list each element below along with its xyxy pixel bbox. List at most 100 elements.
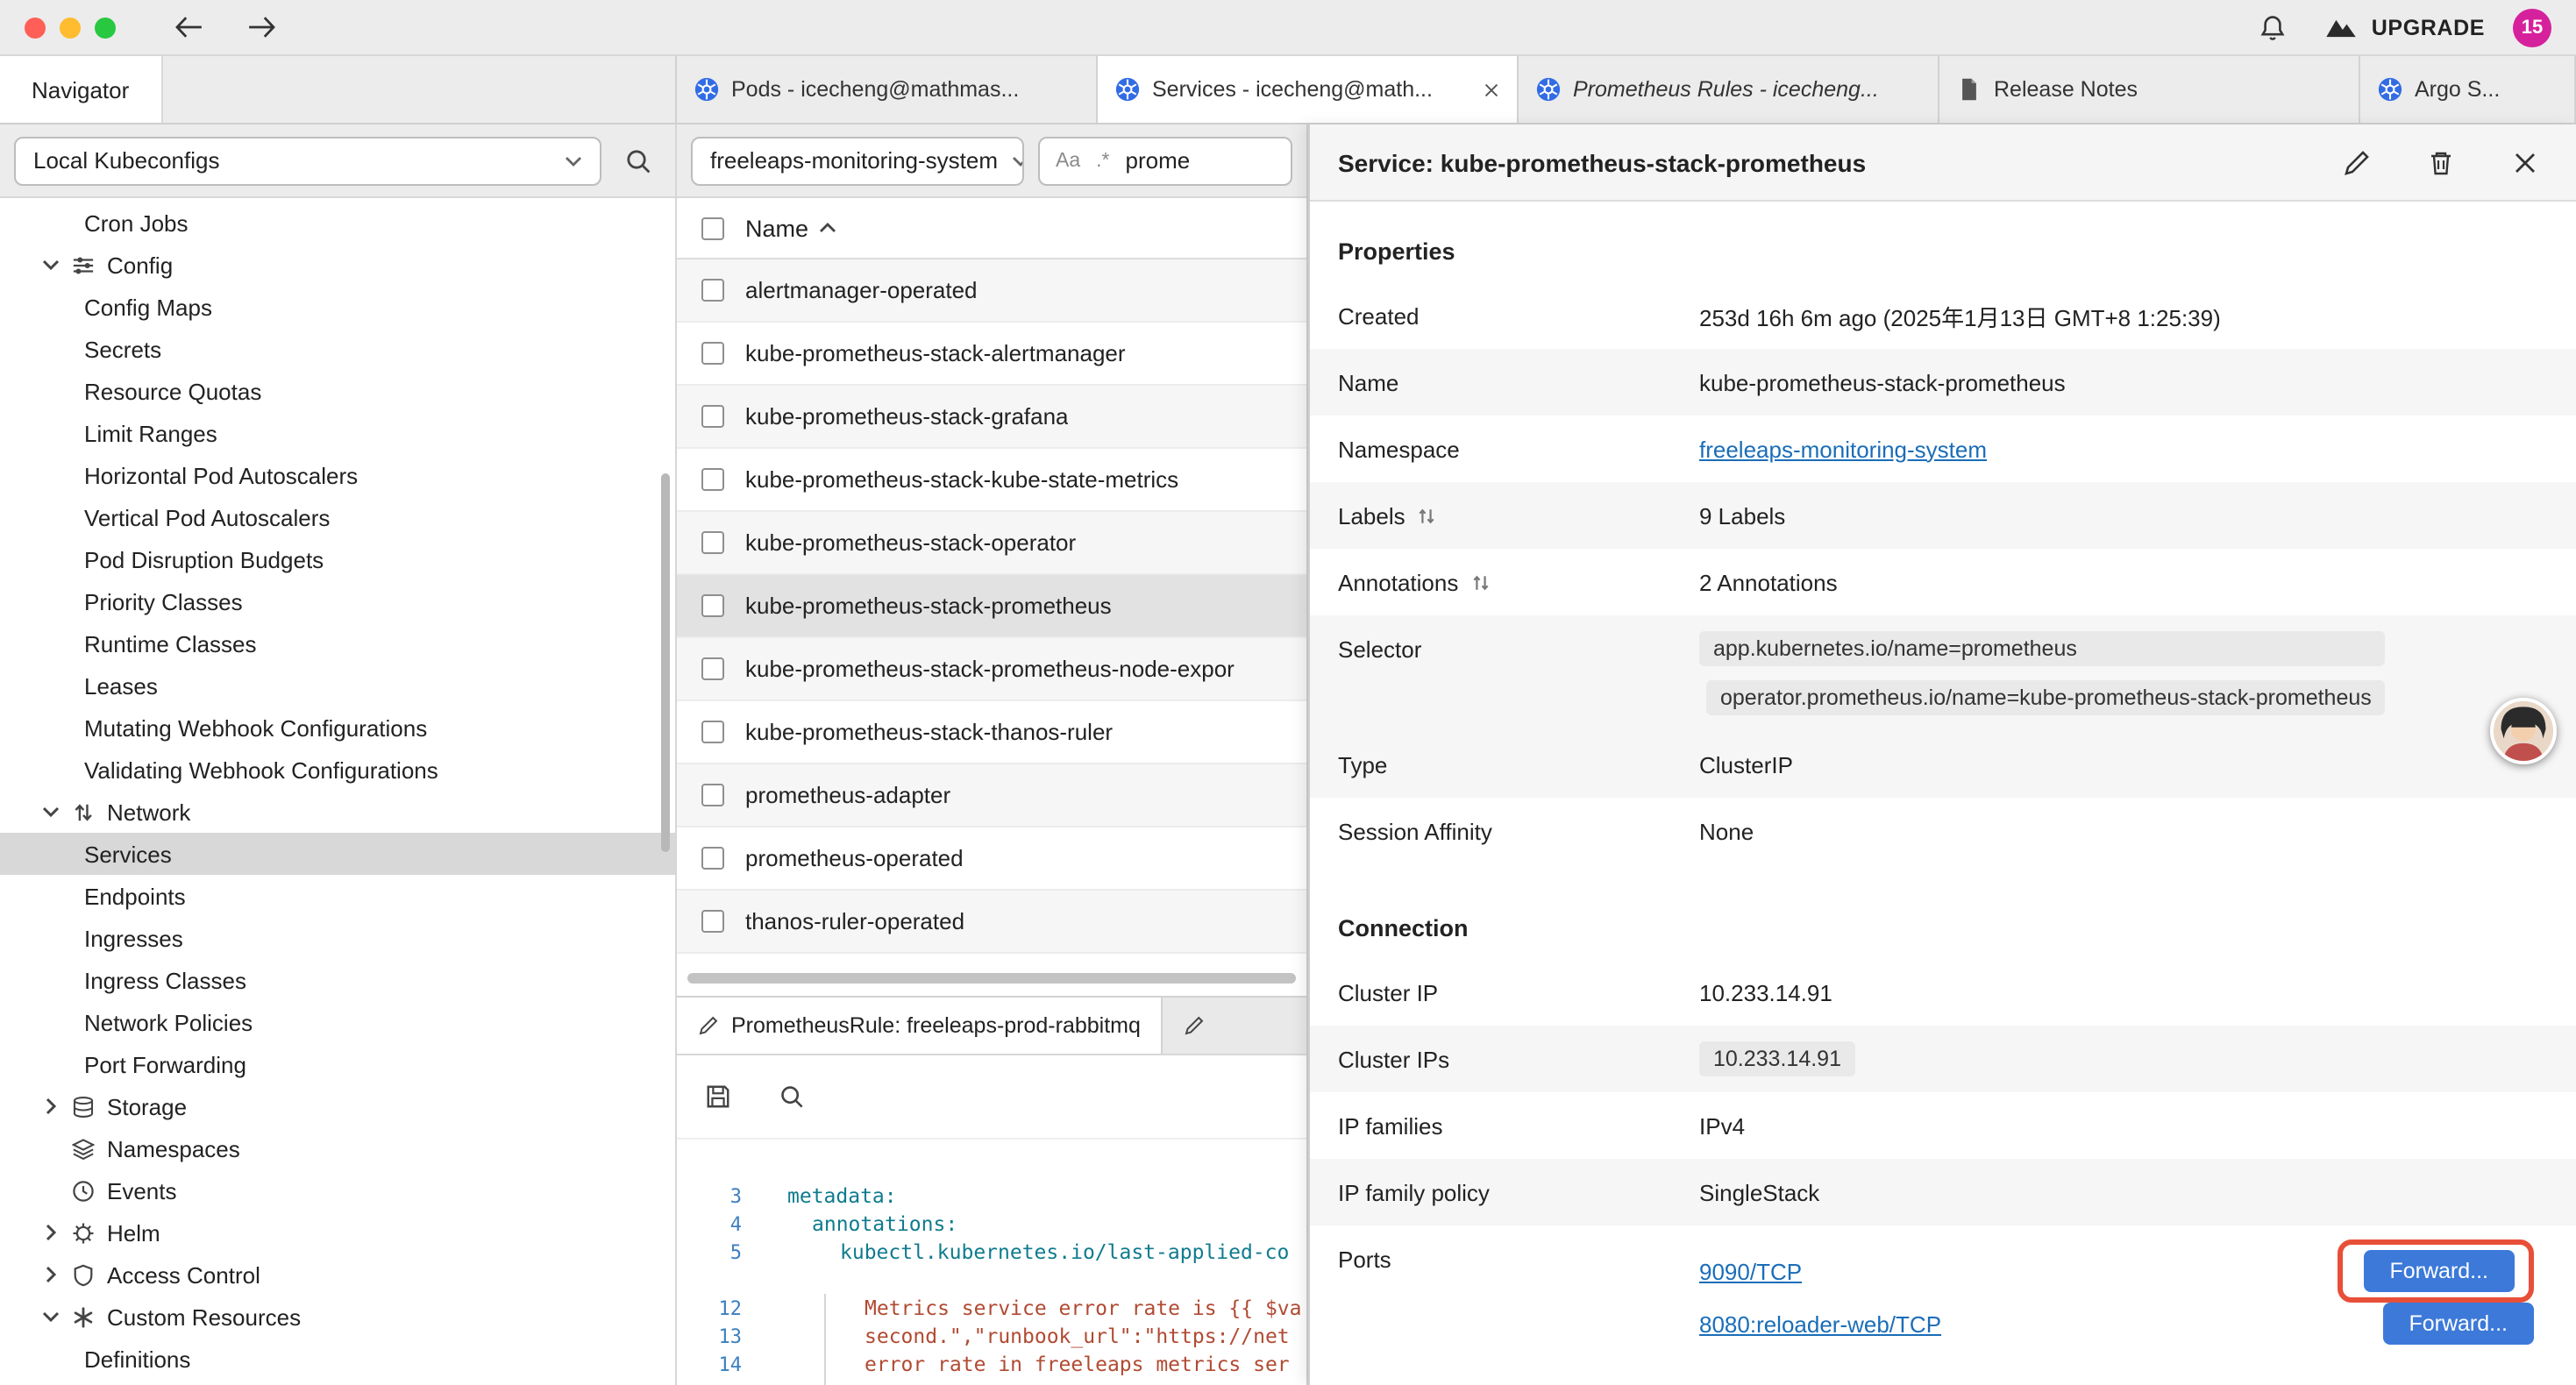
notifications-bell-button[interactable] [2251, 4, 2296, 50]
port-link[interactable]: 9090/TCP [1699, 1258, 1802, 1284]
sidebar-search-button[interactable] [616, 138, 661, 183]
namespace-link[interactable]: freeleaps-monitoring-system [1699, 436, 1987, 462]
column-header-name[interactable]: Name [745, 215, 836, 241]
sidebar-item-secrets[interactable]: Secrets [0, 328, 675, 370]
sidebar-item-storage[interactable]: Storage [0, 1085, 675, 1127]
table-row[interactable]: kube-prometheus-stack-thanos-ruler [677, 701, 1306, 764]
sidebar-item-custom-resources[interactable]: Custom Resources [0, 1296, 675, 1338]
regex-toggle[interactable]: .* [1096, 150, 1109, 171]
sidebar-item-priority-classes[interactable]: Priority Classes [0, 580, 675, 622]
sidebar-item-namespaces[interactable]: Namespaces [0, 1127, 675, 1169]
back-button[interactable] [165, 4, 210, 50]
chevron-down-icon[interactable] [42, 259, 60, 270]
row-checkbox[interactable] [701, 657, 724, 680]
sidebar-item-mutating-webhook-configurations[interactable]: Mutating Webhook Configurations [0, 707, 675, 749]
sidebar-item-network[interactable]: Network [0, 791, 675, 833]
select-all-checkbox[interactable] [701, 217, 724, 239]
table-row[interactable]: prometheus-operated [677, 827, 1306, 891]
minimize-window-button[interactable] [60, 17, 81, 38]
zoom-window-button[interactable] [95, 17, 116, 38]
row-checkbox[interactable] [701, 405, 724, 428]
sidebar-item-definitions[interactable]: Definitions [0, 1338, 675, 1380]
row-checkbox[interactable] [701, 594, 724, 617]
edit-button[interactable] [2334, 139, 2380, 185]
save-button[interactable] [694, 1074, 740, 1119]
table-row[interactable]: kube-prometheus-stack-prometheus [677, 575, 1306, 638]
sidebar-item-services[interactable]: Services [0, 833, 675, 875]
row-checkbox[interactable] [701, 279, 724, 302]
table-row[interactable]: alertmanager-operated [677, 259, 1306, 323]
table-row[interactable]: kube-prometheus-stack-grafana [677, 386, 1306, 449]
sidebar-item-pod-disruption-budgets[interactable]: Pod Disruption Budgets [0, 538, 675, 580]
editor-tab-next[interactable] [1163, 998, 1306, 1054]
sidebar-item-config-maps[interactable]: Config Maps [0, 286, 675, 328]
tab-services-icecheng-math[interactable]: Services - icecheng@math... [1098, 56, 1519, 123]
chevron-right-icon[interactable] [42, 1097, 60, 1115]
tab-close-icon[interactable] [1484, 82, 1499, 97]
table-row[interactable]: kube-prometheus-stack-kube-state-metrics [677, 449, 1306, 512]
filter-input[interactable]: Aa .* prome [1038, 136, 1292, 185]
yaml-editor[interactable]: 3metadata:4annotations:5kubectl.kubernet… [677, 1140, 1306, 1385]
sidebar-item-events[interactable]: Events [0, 1169, 675, 1211]
sidebar-item-vertical-pod-autoscalers[interactable]: Vertical Pod Autoscalers [0, 496, 675, 538]
notification-count-badge[interactable]: 15 [2513, 8, 2551, 46]
chevron-right-icon[interactable] [42, 1224, 60, 1241]
sidebar-item-port-forwarding[interactable]: Port Forwarding [0, 1043, 675, 1085]
row-checkbox[interactable] [701, 531, 724, 554]
row-checkbox[interactable] [701, 342, 724, 365]
editor-search-button[interactable] [768, 1074, 814, 1119]
sidebar-item-config[interactable]: Config [0, 244, 675, 286]
navigator-tab[interactable]: Navigator [0, 56, 162, 123]
sidebar-item-ingresses[interactable]: Ingresses [0, 917, 675, 959]
sidebar-item-network-policies[interactable]: Network Policies [0, 1001, 675, 1043]
table-row[interactable]: thanos-ruler-operated [677, 891, 1306, 954]
row-checkbox[interactable] [701, 910, 724, 933]
close-drawer-button[interactable] [2502, 139, 2548, 185]
annotations-expander-icon[interactable] [1470, 572, 1490, 592]
sidebar-item-horizontal-pod-autoscalers[interactable]: Horizontal Pod Autoscalers [0, 454, 675, 496]
sidebar-item-ingress-classes[interactable]: Ingress Classes [0, 959, 675, 1001]
sidebar-item-cron-jobs[interactable]: Cron Jobs [0, 202, 675, 244]
editor-tab-prometheusrule[interactable]: PrometheusRule: freeleaps-prod-rabbitmq [677, 998, 1163, 1054]
row-checkbox[interactable] [701, 721, 724, 743]
sidebar-item-endpoints[interactable]: Endpoints [0, 875, 675, 917]
sidebar-item-helm[interactable]: Helm [0, 1211, 675, 1254]
tab-argo-s[interactable]: Argo S... [2360, 56, 2576, 123]
upgrade-button[interactable]: UPGRADE [2324, 15, 2485, 39]
sidebar-item-limit-ranges[interactable]: Limit Ranges [0, 412, 675, 454]
sidebar-item-runtime-classes[interactable]: Runtime Classes [0, 622, 675, 664]
forward-button[interactable]: Forward... [2363, 1250, 2515, 1292]
namespace-selector[interactable]: freeleaps-monitoring-system [691, 136, 1024, 185]
tab-pods-icecheng-mathmas[interactable]: Pods - icecheng@mathmas... [677, 56, 1098, 123]
table-row[interactable]: prometheus-adapter [677, 764, 1306, 827]
sidebar-item-validating-webhook-configurations[interactable]: Validating Webhook Configurations [0, 749, 675, 791]
horizontal-scrollbar[interactable] [677, 961, 1306, 996]
chevron-right-icon[interactable] [42, 1266, 60, 1283]
tab-prometheus-rules-icecheng[interactable]: Prometheus Rules - icecheng... [1519, 56, 1939, 123]
close-window-button[interactable] [25, 17, 46, 38]
delete-button[interactable] [2418, 139, 2464, 185]
kubeconfig-selector[interactable]: Local Kubeconfigs [14, 136, 601, 185]
navigator-panel-header: Navigator [0, 56, 677, 123]
sidebar-scrollbar[interactable] [661, 473, 670, 852]
sidebar-item-access-control[interactable]: Access Control [0, 1254, 675, 1296]
port-link[interactable]: 8080:reloader-web/TCP [1699, 1310, 1941, 1337]
chevron-down-icon[interactable] [42, 1311, 60, 1322]
table-row[interactable]: kube-prometheus-stack-alertmanager [677, 323, 1306, 386]
row-checkbox[interactable] [701, 784, 724, 806]
chevron-down-icon[interactable] [42, 806, 60, 817]
sidebar-item-leases[interactable]: Leases [0, 664, 675, 707]
match-case-toggle[interactable]: Aa [1056, 150, 1080, 171]
forward-button[interactable]: Forward... [2382, 1303, 2534, 1345]
assistant-avatar[interactable] [2490, 698, 2557, 764]
tab-release-notes[interactable]: Release Notes [1939, 56, 2360, 123]
sidebar-item-resource-quotas[interactable]: Resource Quotas [0, 370, 675, 412]
sidebar-item-label: Services [84, 841, 172, 867]
forward-nav-button[interactable] [238, 4, 284, 50]
row-checkbox[interactable] [701, 468, 724, 491]
table-row[interactable]: kube-prometheus-stack-prometheus-node-ex… [677, 638, 1306, 701]
table-row[interactable]: kube-prometheus-stack-operator [677, 512, 1306, 575]
labels-expander-icon[interactable] [1418, 506, 1437, 525]
row-checkbox[interactable] [701, 847, 724, 870]
horizontal-scrollbar-thumb[interactable] [687, 973, 1296, 984]
